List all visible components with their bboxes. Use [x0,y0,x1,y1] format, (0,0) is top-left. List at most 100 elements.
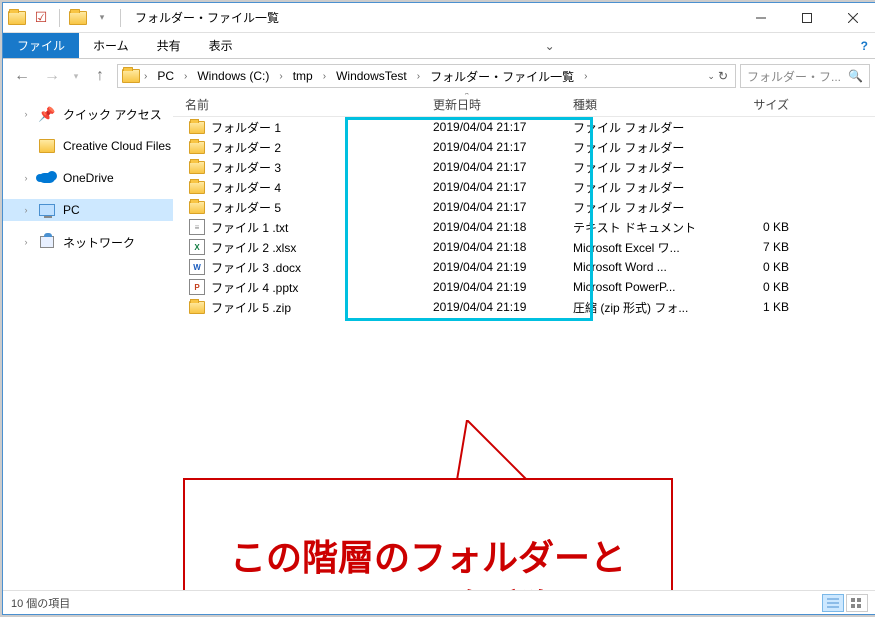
file-row[interactable]: Pファイル 4 .pptx2019/04/04 21:19Microsoft P… [173,277,875,297]
file-row[interactable]: ≡ファイル 1 .txt2019/04/04 21:18テキスト ドキュメント0… [173,217,875,237]
titlebar: ☑ ▾ フォルダー・ファイル一覧 [3,3,875,33]
expand-icon[interactable]: › [21,109,31,119]
details-view-button[interactable] [822,594,844,612]
column-name[interactable]: 名前 [173,96,433,113]
file-row[interactable]: フォルダー 12019/04/04 21:17ファイル フォルダー [173,117,875,137]
callout-box: この階層のフォルダーと ファイルの一覧が欲しい [183,478,673,590]
file-list-view: ⌃ 名前 更新日時 種類 サイズ フォルダー 12019/04/04 21:17… [173,93,875,590]
search-input[interactable]: フォルダー・フ... 🔍 [740,64,870,88]
crumb-tmp[interactable]: tmp [287,69,319,83]
quick-access-toolbar: ☑ ▾ [3,9,129,27]
tab-view[interactable]: 表示 [195,33,247,58]
file-type: Microsoft PowerP... [573,280,709,294]
history-dropdown-icon[interactable]: ⌄ [707,71,715,82]
expand-icon[interactable]: › [21,205,31,215]
maximize-button[interactable] [784,3,830,32]
chevron-right-icon[interactable]: › [582,71,589,82]
folder-icon [189,141,205,154]
zip-icon [189,301,205,314]
file-row[interactable]: Wファイル 3 .docx2019/04/04 21:19Microsoft W… [173,257,875,277]
chevron-right-icon[interactable]: › [415,71,422,82]
nav-label: Creative Cloud Files [63,139,171,153]
tab-home[interactable]: ホーム [79,33,143,58]
checkbox-icon[interactable]: ☑ [32,9,50,27]
up-button[interactable]: ↑ [87,63,113,89]
file-type: ファイル フォルダー [573,159,709,176]
folder-icon [69,9,87,27]
column-date[interactable]: 更新日時 [433,96,573,113]
navigation-pane: › 📌 クイック アクセス Creative Cloud Files › One… [3,93,173,590]
item-count: 10 個の項目 [11,595,70,611]
file-row[interactable]: フォルダー 22019/04/04 21:17ファイル フォルダー [173,137,875,157]
folder-icon [189,181,205,194]
file-date: 2019/04/04 21:17 [433,200,573,214]
minimize-button[interactable] [738,3,784,32]
icons-view-button[interactable] [846,594,868,612]
qat-dropdown-icon[interactable]: ▾ [93,9,111,27]
file-row[interactable]: Xファイル 2 .xlsx2019/04/04 21:18Microsoft E… [173,237,875,257]
search-placeholder: フォルダー・フ... [747,68,841,85]
file-row[interactable]: フォルダー 42019/04/04 21:17ファイル フォルダー [173,177,875,197]
nav-creative-cloud[interactable]: Creative Cloud Files [3,135,173,157]
folder-icon [189,201,205,214]
file-row[interactable]: ファイル 5 .zip2019/04/04 21:19圧縮 (zip 形式) フ… [173,297,875,317]
column-type[interactable]: 種類 [573,96,709,113]
tab-file[interactable]: ファイル [3,33,79,58]
address-bar[interactable]: › PC › Windows (C:) › tmp › WindowsTest … [117,64,736,88]
nav-pc[interactable]: › PC [3,199,173,221]
crumb-windowstest[interactable]: WindowsTest [330,69,413,83]
file-date: 2019/04/04 21:17 [433,140,573,154]
forward-button[interactable]: → [39,63,65,89]
chevron-right-icon[interactable]: › [182,71,189,82]
nav-network[interactable]: › ネットワーク [3,231,173,253]
file-date: 2019/04/04 21:17 [433,180,573,194]
pc-icon [39,202,55,218]
chevron-right-icon[interactable]: › [277,71,284,82]
ribbon-tabs: ファイル ホーム 共有 表示 ⌄ ? [3,33,875,59]
nav-quick-access[interactable]: › 📌 クイック アクセス [3,103,173,125]
nav-onedrive[interactable]: › OneDrive [3,167,173,189]
crumb-pc[interactable]: PC [151,69,180,83]
chevron-right-icon[interactable]: › [321,71,328,82]
refresh-button[interactable]: ↻ [718,69,728,83]
folder-icon [189,121,205,134]
file-row[interactable]: フォルダー 5 2019/04/04 21:17ファイル フォルダー [173,197,875,217]
expand-icon[interactable]: › [21,173,31,183]
file-date: 2019/04/04 21:18 [433,220,573,234]
callout-text: この階層のフォルダーと ファイルの一覧が欲しい [230,533,626,590]
file-name: ファイル 4 .pptx [211,279,298,296]
column-headers: 名前 更新日時 種類 サイズ [173,93,875,117]
pptx-icon: P [189,279,205,295]
file-name: フォルダー 5 [211,199,281,216]
chevron-right-icon[interactable]: › [142,71,149,82]
nav-label: PC [63,203,80,217]
file-name: フォルダー 1 [211,119,281,136]
tab-share[interactable]: 共有 [143,33,195,58]
window-title: フォルダー・ファイル一覧 [135,9,738,26]
file-row[interactable]: フォルダー 32019/04/04 21:17ファイル フォルダー [173,157,875,177]
recent-dropdown[interactable]: ▾ [69,63,83,89]
file-name: フォルダー 2 [211,139,281,156]
txt-icon: ≡ [189,219,205,235]
file-size: 0 KB [709,280,799,294]
ribbon-expand-button[interactable]: ⌄ [537,33,563,58]
crumb-current[interactable]: フォルダー・ファイル一覧 [424,68,580,85]
file-name: ファイル 3 .docx [211,259,301,276]
folder-icon [39,138,55,154]
close-button[interactable] [830,3,875,32]
network-icon [39,234,55,250]
folder-icon [122,67,140,85]
file-type: ファイル フォルダー [573,199,709,216]
file-type: 圧縮 (zip 形式) フォ... [573,299,709,316]
expand-icon[interactable]: › [21,237,31,247]
file-rows: フォルダー 12019/04/04 21:17ファイル フォルダーフォルダー 2… [173,117,875,317]
file-size: 7 KB [709,240,799,254]
back-button[interactable]: ← [9,63,35,89]
onedrive-icon [39,170,55,186]
sort-ascending-icon: ⌃ [463,93,471,102]
column-size[interactable]: サイズ [709,96,799,113]
navigation-row: ← → ▾ ↑ › PC › Windows (C:) › tmp › Wind… [3,59,875,93]
folder-icon [8,9,26,27]
crumb-c[interactable]: Windows (C:) [191,69,275,83]
help-button[interactable]: ? [853,33,875,58]
